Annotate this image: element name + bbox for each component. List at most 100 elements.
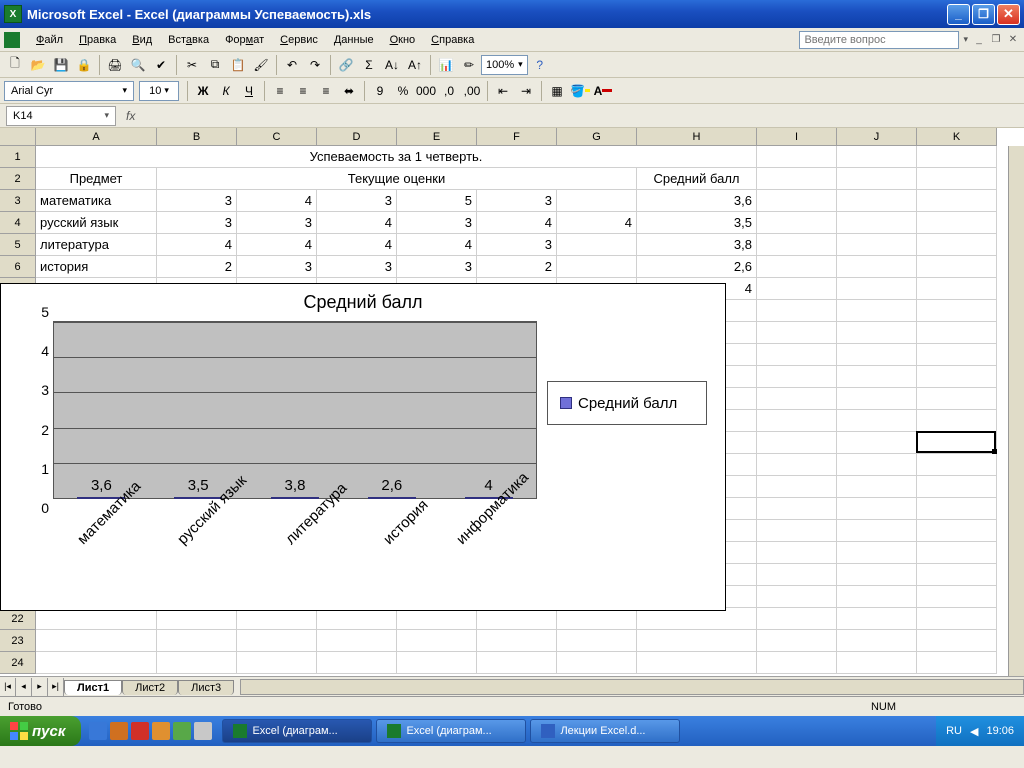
embedded-chart[interactable]: Средний балл 3,63,53,82,64 012345 Средни…: [0, 283, 726, 611]
cell[interactable]: 3: [237, 212, 317, 234]
mdi-minimize-button[interactable]: _: [972, 33, 986, 47]
select-all-corner[interactable]: [0, 128, 36, 146]
cell[interactable]: [757, 278, 837, 300]
minimize-button[interactable]: _: [947, 4, 970, 25]
cell[interactable]: [557, 652, 637, 674]
mdi-restore-button[interactable]: ❐: [989, 33, 1003, 47]
new-icon[interactable]: 🗋: [4, 54, 26, 76]
cell[interactable]: [917, 278, 997, 300]
italic-icon[interactable]: К: [215, 80, 237, 102]
cell[interactable]: [317, 652, 397, 674]
autosum-icon[interactable]: Σ: [358, 54, 380, 76]
paste-icon[interactable]: 📋: [227, 54, 249, 76]
cell[interactable]: [557, 630, 637, 652]
cell[interactable]: 4: [157, 234, 237, 256]
cell[interactable]: Средний балл: [637, 168, 757, 190]
undo-icon[interactable]: ↶: [281, 54, 303, 76]
row-header-2[interactable]: 2: [0, 168, 36, 190]
help-dropdown-icon[interactable]: ▾: [963, 34, 968, 45]
cell[interactable]: русский язык: [36, 212, 157, 234]
cell[interactable]: [837, 410, 917, 432]
cell[interactable]: [917, 168, 997, 190]
cell[interactable]: 3: [157, 190, 237, 212]
cell[interactable]: [477, 608, 557, 630]
cell[interactable]: [837, 168, 917, 190]
cell[interactable]: [917, 300, 997, 322]
comma-icon[interactable]: 000: [415, 80, 437, 102]
col-header-A[interactable]: A: [36, 128, 157, 146]
cell[interactable]: [757, 168, 837, 190]
font-size-select[interactable]: 10: [139, 81, 179, 101]
row-header-6[interactable]: 6: [0, 256, 36, 278]
print-icon[interactable]: 🖨: [104, 54, 126, 76]
menu-tools[interactable]: Сервис: [272, 32, 326, 48]
cell[interactable]: [837, 256, 917, 278]
col-header-G[interactable]: G: [557, 128, 637, 146]
menu-insert[interactable]: Вставка: [160, 32, 217, 48]
sheet-tab-3[interactable]: Лист3: [178, 680, 234, 695]
cell[interactable]: [917, 388, 997, 410]
cell[interactable]: 3,6: [637, 190, 757, 212]
font-name-select[interactable]: Arial Cyr: [4, 81, 134, 101]
cell[interactable]: [837, 498, 917, 520]
col-header-J[interactable]: J: [837, 128, 917, 146]
menu-window[interactable]: Окно: [382, 32, 424, 48]
horizontal-scrollbar[interactable]: [240, 679, 1024, 695]
cell[interactable]: [917, 498, 997, 520]
cell[interactable]: [397, 630, 477, 652]
cell[interactable]: [36, 652, 157, 674]
currency-icon[interactable]: 9: [369, 80, 391, 102]
cell[interactable]: [757, 256, 837, 278]
cell[interactable]: [837, 278, 917, 300]
cell[interactable]: [757, 542, 837, 564]
cell[interactable]: Предмет: [36, 168, 157, 190]
cell[interactable]: [837, 520, 917, 542]
vertical-scrollbar[interactable]: [1008, 146, 1024, 676]
fill-color-icon[interactable]: 🪣: [569, 80, 591, 102]
taskbar-item-1[interactable]: Excel (диаграм...: [222, 719, 372, 743]
copy-icon[interactable]: ⧉: [204, 54, 226, 76]
dec-indent-icon[interactable]: ⇤: [492, 80, 514, 102]
menu-view[interactable]: Вид: [124, 32, 160, 48]
drawing-icon[interactable]: ✏: [458, 54, 480, 76]
chart-icon[interactable]: 📊: [435, 54, 457, 76]
mdi-close-button[interactable]: ✕: [1006, 33, 1020, 47]
tab-nav-next-icon[interactable]: ▸: [32, 678, 48, 696]
cell[interactable]: [757, 652, 837, 674]
align-right-icon[interactable]: ≡: [315, 80, 337, 102]
cell[interactable]: Текущие оценки: [157, 168, 637, 190]
cell[interactable]: [557, 190, 637, 212]
row-header-1[interactable]: 1: [0, 146, 36, 168]
cell[interactable]: 2: [477, 256, 557, 278]
cell[interactable]: [36, 630, 157, 652]
cell[interactable]: [477, 652, 557, 674]
cell[interactable]: 4: [237, 190, 317, 212]
dec-decimal-icon[interactable]: ,00: [461, 80, 483, 102]
permission-icon[interactable]: 🔒: [73, 54, 95, 76]
row-header-3[interactable]: 3: [0, 190, 36, 212]
col-header-C[interactable]: C: [237, 128, 317, 146]
sheet-tab-2[interactable]: Лист2: [122, 680, 178, 695]
cell[interactable]: [837, 652, 917, 674]
cell[interactable]: 3,5: [637, 212, 757, 234]
cell[interactable]: [757, 388, 837, 410]
cell[interactable]: [837, 586, 917, 608]
cell[interactable]: [757, 344, 837, 366]
cell[interactable]: [837, 432, 917, 454]
taskbar-item-3[interactable]: Лекции Excel.d...: [530, 719, 680, 743]
ql-icon-3[interactable]: [131, 722, 149, 740]
cell[interactable]: [917, 234, 997, 256]
cell[interactable]: [837, 146, 917, 168]
help-icon[interactable]: ?: [529, 54, 551, 76]
cell[interactable]: 5: [397, 190, 477, 212]
cell[interactable]: [917, 432, 997, 454]
col-header-F[interactable]: F: [477, 128, 557, 146]
underline-icon[interactable]: Ч: [238, 80, 260, 102]
inc-indent-icon[interactable]: ⇥: [515, 80, 537, 102]
menu-data[interactable]: Данные: [326, 32, 382, 48]
cell[interactable]: [917, 630, 997, 652]
cell[interactable]: 4: [477, 212, 557, 234]
cell[interactable]: [397, 608, 477, 630]
zoom-select[interactable]: 100%: [481, 55, 528, 75]
cell[interactable]: [837, 190, 917, 212]
